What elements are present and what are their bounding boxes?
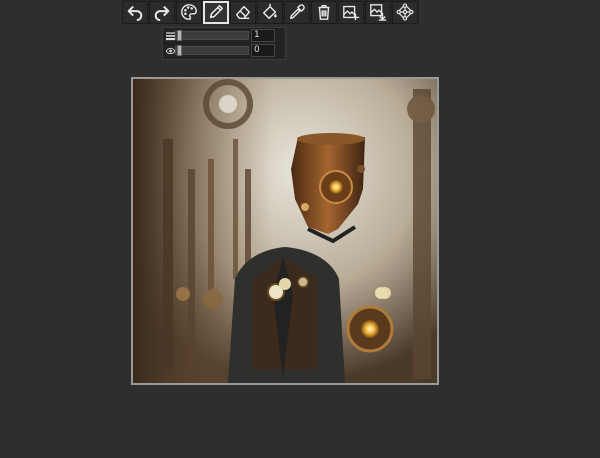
drawing-canvas[interactable] xyxy=(131,77,439,385)
brush-size-value[interactable]: 1 xyxy=(251,29,275,42)
opacity-value[interactable]: 0 xyxy=(251,44,275,57)
drawing-toolbar xyxy=(122,0,419,24)
opacity-slider[interactable] xyxy=(175,45,249,56)
eye-icon xyxy=(166,47,175,55)
image-add-icon xyxy=(343,5,360,21)
trash-icon xyxy=(318,4,330,20)
eraser-icon xyxy=(235,5,251,20)
fill-icon xyxy=(262,3,277,20)
redo-icon xyxy=(154,5,170,21)
network-icon xyxy=(396,3,414,21)
brush-settings-panel: 1 0 xyxy=(162,27,286,60)
eraser-button[interactable] xyxy=(230,0,256,24)
image-download-icon xyxy=(370,4,387,21)
brush-size-slider[interactable] xyxy=(175,30,249,41)
opacity-thumb[interactable] xyxy=(177,45,182,56)
brush-size-row: 1 xyxy=(165,29,283,43)
eyedropper-icon xyxy=(289,4,305,20)
fill-button[interactable] xyxy=(257,0,283,24)
add-image-button[interactable] xyxy=(338,0,364,24)
pencil-icon xyxy=(209,4,224,19)
network-button[interactable] xyxy=(392,0,418,24)
pencil-button[interactable] xyxy=(203,0,229,24)
eyedropper-button[interactable] xyxy=(284,0,310,24)
palette-icon xyxy=(181,4,197,20)
steampunk-figure-image[interactable] xyxy=(133,79,437,383)
undo-button[interactable] xyxy=(122,0,148,24)
undo-icon xyxy=(127,5,143,21)
clear-button[interactable] xyxy=(311,0,337,24)
redo-button[interactable] xyxy=(149,0,175,24)
save-image-button[interactable] xyxy=(365,0,391,24)
opacity-row: 0 xyxy=(165,44,283,58)
line-width-icon xyxy=(166,32,175,41)
brush-size-thumb[interactable] xyxy=(177,30,182,41)
palette-button[interactable] xyxy=(176,0,202,24)
